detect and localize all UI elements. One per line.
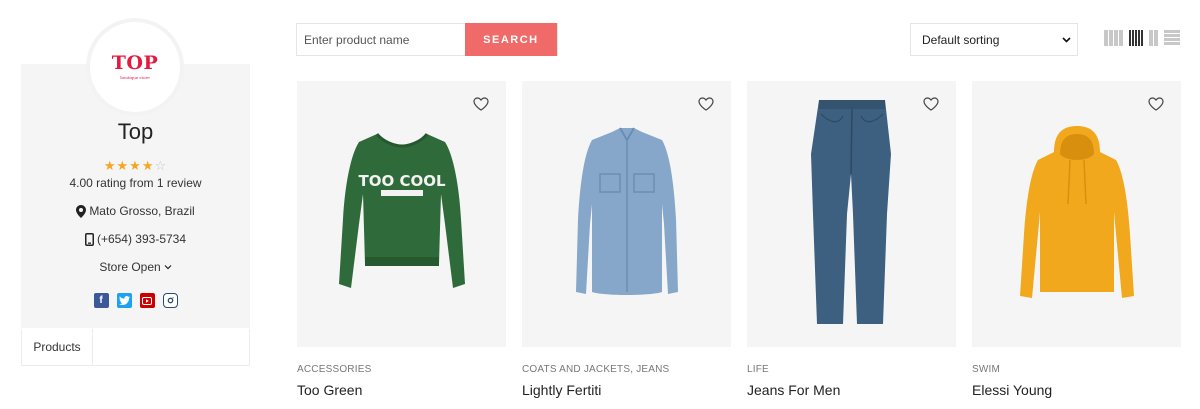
product-category[interactable]: ACCESSORIES: [297, 364, 371, 375]
product-category[interactable]: COATS AND JACKETS, JEANS: [522, 364, 669, 375]
facebook-icon[interactable]: f: [93, 293, 109, 308]
map-marker-icon: [76, 204, 87, 218]
product-category[interactable]: SWIM: [972, 364, 1000, 375]
phone-icon: [84, 232, 94, 246]
product-name[interactable]: Jeans For Men: [747, 382, 840, 398]
store-phone: (+654) 393-5734: [21, 232, 250, 246]
store-logo[interactable]: TOP boutique store: [90, 22, 180, 112]
product-name[interactable]: Elessi Young: [972, 382, 1052, 398]
product-category[interactable]: LIFE: [747, 364, 769, 375]
instagram-icon[interactable]: [162, 293, 178, 308]
grid-4-columns-icon[interactable]: [1129, 30, 1143, 46]
sort-selected-value: Default sorting: [922, 32, 1000, 47]
product-card[interactable]: LIFE Jeans For Men: [747, 81, 956, 398]
store-open-label: Store Open: [99, 260, 161, 274]
blue-jeans-image: [810, 100, 891, 324]
location-text: Mato Grosso, Brazil: [89, 204, 195, 218]
search-input[interactable]: [297, 24, 465, 55]
phone-text: (+654) 393-5734: [96, 232, 187, 246]
tab-products[interactable]: Products: [22, 329, 93, 365]
youtube-icon[interactable]: [139, 293, 155, 308]
svg-text:TOO COOL: TOO COOL: [358, 172, 445, 190]
logo-text: TOP: [111, 52, 159, 74]
product-image[interactable]: [747, 81, 956, 347]
yellow-hoodie-image: [1019, 126, 1134, 298]
star-filled-icon: ★: [129, 158, 142, 173]
product-image[interactable]: [522, 81, 731, 347]
social-links: f: [21, 293, 250, 308]
star-filled-icon: ★: [141, 158, 155, 173]
star-empty-icon: ☆: [154, 158, 168, 173]
wishlist-heart-icon[interactable]: [923, 97, 939, 111]
product-search: SEARCH: [296, 23, 558, 56]
store-name: Top: [117, 119, 154, 144]
store-location: Mato Grosso, Brazil: [21, 204, 250, 218]
grid-2-columns-icon[interactable]: [1104, 30, 1123, 46]
star-filled-icon: ★: [116, 158, 130, 173]
wishlist-heart-icon[interactable]: [1148, 97, 1164, 111]
store-tabs: Products: [21, 329, 250, 366]
denim-shirt-image: [575, 127, 678, 295]
product-card[interactable]: COATS AND JACKETS, JEANS Lightly Fertiti: [522, 81, 731, 398]
product-image[interactable]: [972, 81, 1181, 347]
chevron-down-icon: [1062, 36, 1071, 43]
rating-stars: ★★★★☆: [21, 158, 250, 174]
view-switcher: [1104, 30, 1180, 46]
product-name[interactable]: Too Green: [297, 382, 362, 398]
product-image[interactable]: TOO COOL: [297, 81, 506, 347]
chevron-down-icon: [164, 265, 172, 270]
store-hours-toggle[interactable]: Store Open: [21, 260, 250, 274]
wishlist-heart-icon[interactable]: [698, 97, 714, 111]
green-sweatshirt-image: TOO COOL: [338, 133, 465, 288]
sort-select[interactable]: Default sorting: [910, 23, 1078, 56]
wishlist-heart-icon[interactable]: [473, 97, 489, 111]
star-filled-icon: ★: [103, 158, 117, 173]
product-card[interactable]: SWIM Elessi Young: [972, 81, 1181, 398]
grid-1-column-icon[interactable]: [1149, 30, 1158, 46]
logo-subtext: boutique store: [120, 75, 150, 80]
search-button[interactable]: SEARCH: [464, 23, 557, 56]
product-card[interactable]: TOO COOL ACCESSORIES Too Green: [297, 81, 506, 398]
twitter-icon[interactable]: [116, 293, 132, 308]
product-name[interactable]: Lightly Fertiti: [522, 382, 601, 398]
list-view-icon[interactable]: [1164, 30, 1180, 46]
rating-text: 4.00 rating from 1 review: [69, 176, 202, 190]
